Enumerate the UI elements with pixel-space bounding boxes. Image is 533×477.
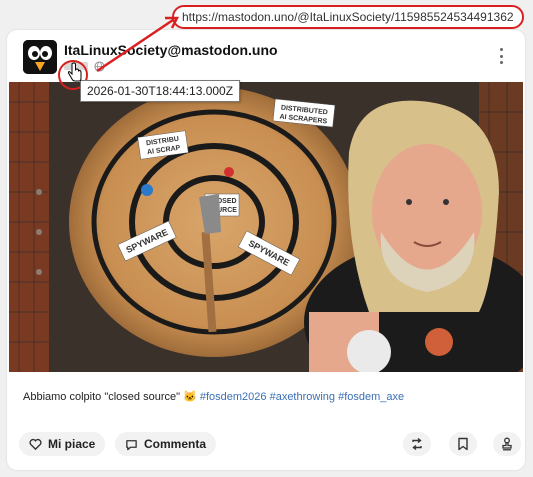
annotation-arrow bbox=[96, 16, 180, 73]
address-bar[interactable]: https://mastodon.uno/@ItaLinuxSociety/11… bbox=[172, 5, 524, 29]
timestamp-tooltip: 2026-01-30T18:44:13.000Z bbox=[80, 80, 240, 102]
hand-cursor-icon bbox=[67, 62, 82, 82]
post-actions: Mi piace Commenta bbox=[19, 432, 521, 458]
boost-button[interactable] bbox=[403, 432, 431, 456]
cat-emoji: 🐱 bbox=[183, 391, 197, 403]
address-bar-url: https://mastodon.uno/@ItaLinuxSociety/11… bbox=[182, 10, 514, 24]
stamp-icon bbox=[502, 437, 512, 451]
post-text: Abbiamo colpito "closed source" 🐱 #fosde… bbox=[23, 390, 404, 403]
comment-button[interactable]: Commenta bbox=[115, 432, 217, 456]
share-button[interactable] bbox=[493, 432, 521, 456]
heart-icon bbox=[29, 438, 42, 450]
like-label: Mi piace bbox=[48, 437, 96, 451]
axe-target-photo: DISTRIBUTED AI SCRAPERS DISTRIBU AI SCRA… bbox=[9, 82, 523, 372]
hashtag-link[interactable]: #fosdem_axe bbox=[338, 391, 404, 403]
post-text-body: Abbiamo colpito "closed source" bbox=[23, 391, 181, 403]
comment-icon bbox=[126, 439, 137, 450]
hashtag-link[interactable]: #axethrowing bbox=[270, 391, 335, 403]
like-button[interactable]: Mi piace bbox=[19, 432, 106, 456]
bookmark-icon bbox=[458, 437, 468, 451]
repost-icon bbox=[412, 437, 422, 451]
more-options-icon[interactable] bbox=[493, 48, 509, 64]
post-image[interactable]: DISTRIBUTED AI SCRAPERS DISTRIBU AI SCRA… bbox=[9, 82, 523, 372]
comment-label: Commenta bbox=[144, 437, 207, 451]
avatar[interactable] bbox=[23, 40, 57, 74]
hashtag-link[interactable]: #fosdem2026 bbox=[200, 391, 267, 403]
bookmark-button[interactable] bbox=[449, 432, 477, 456]
